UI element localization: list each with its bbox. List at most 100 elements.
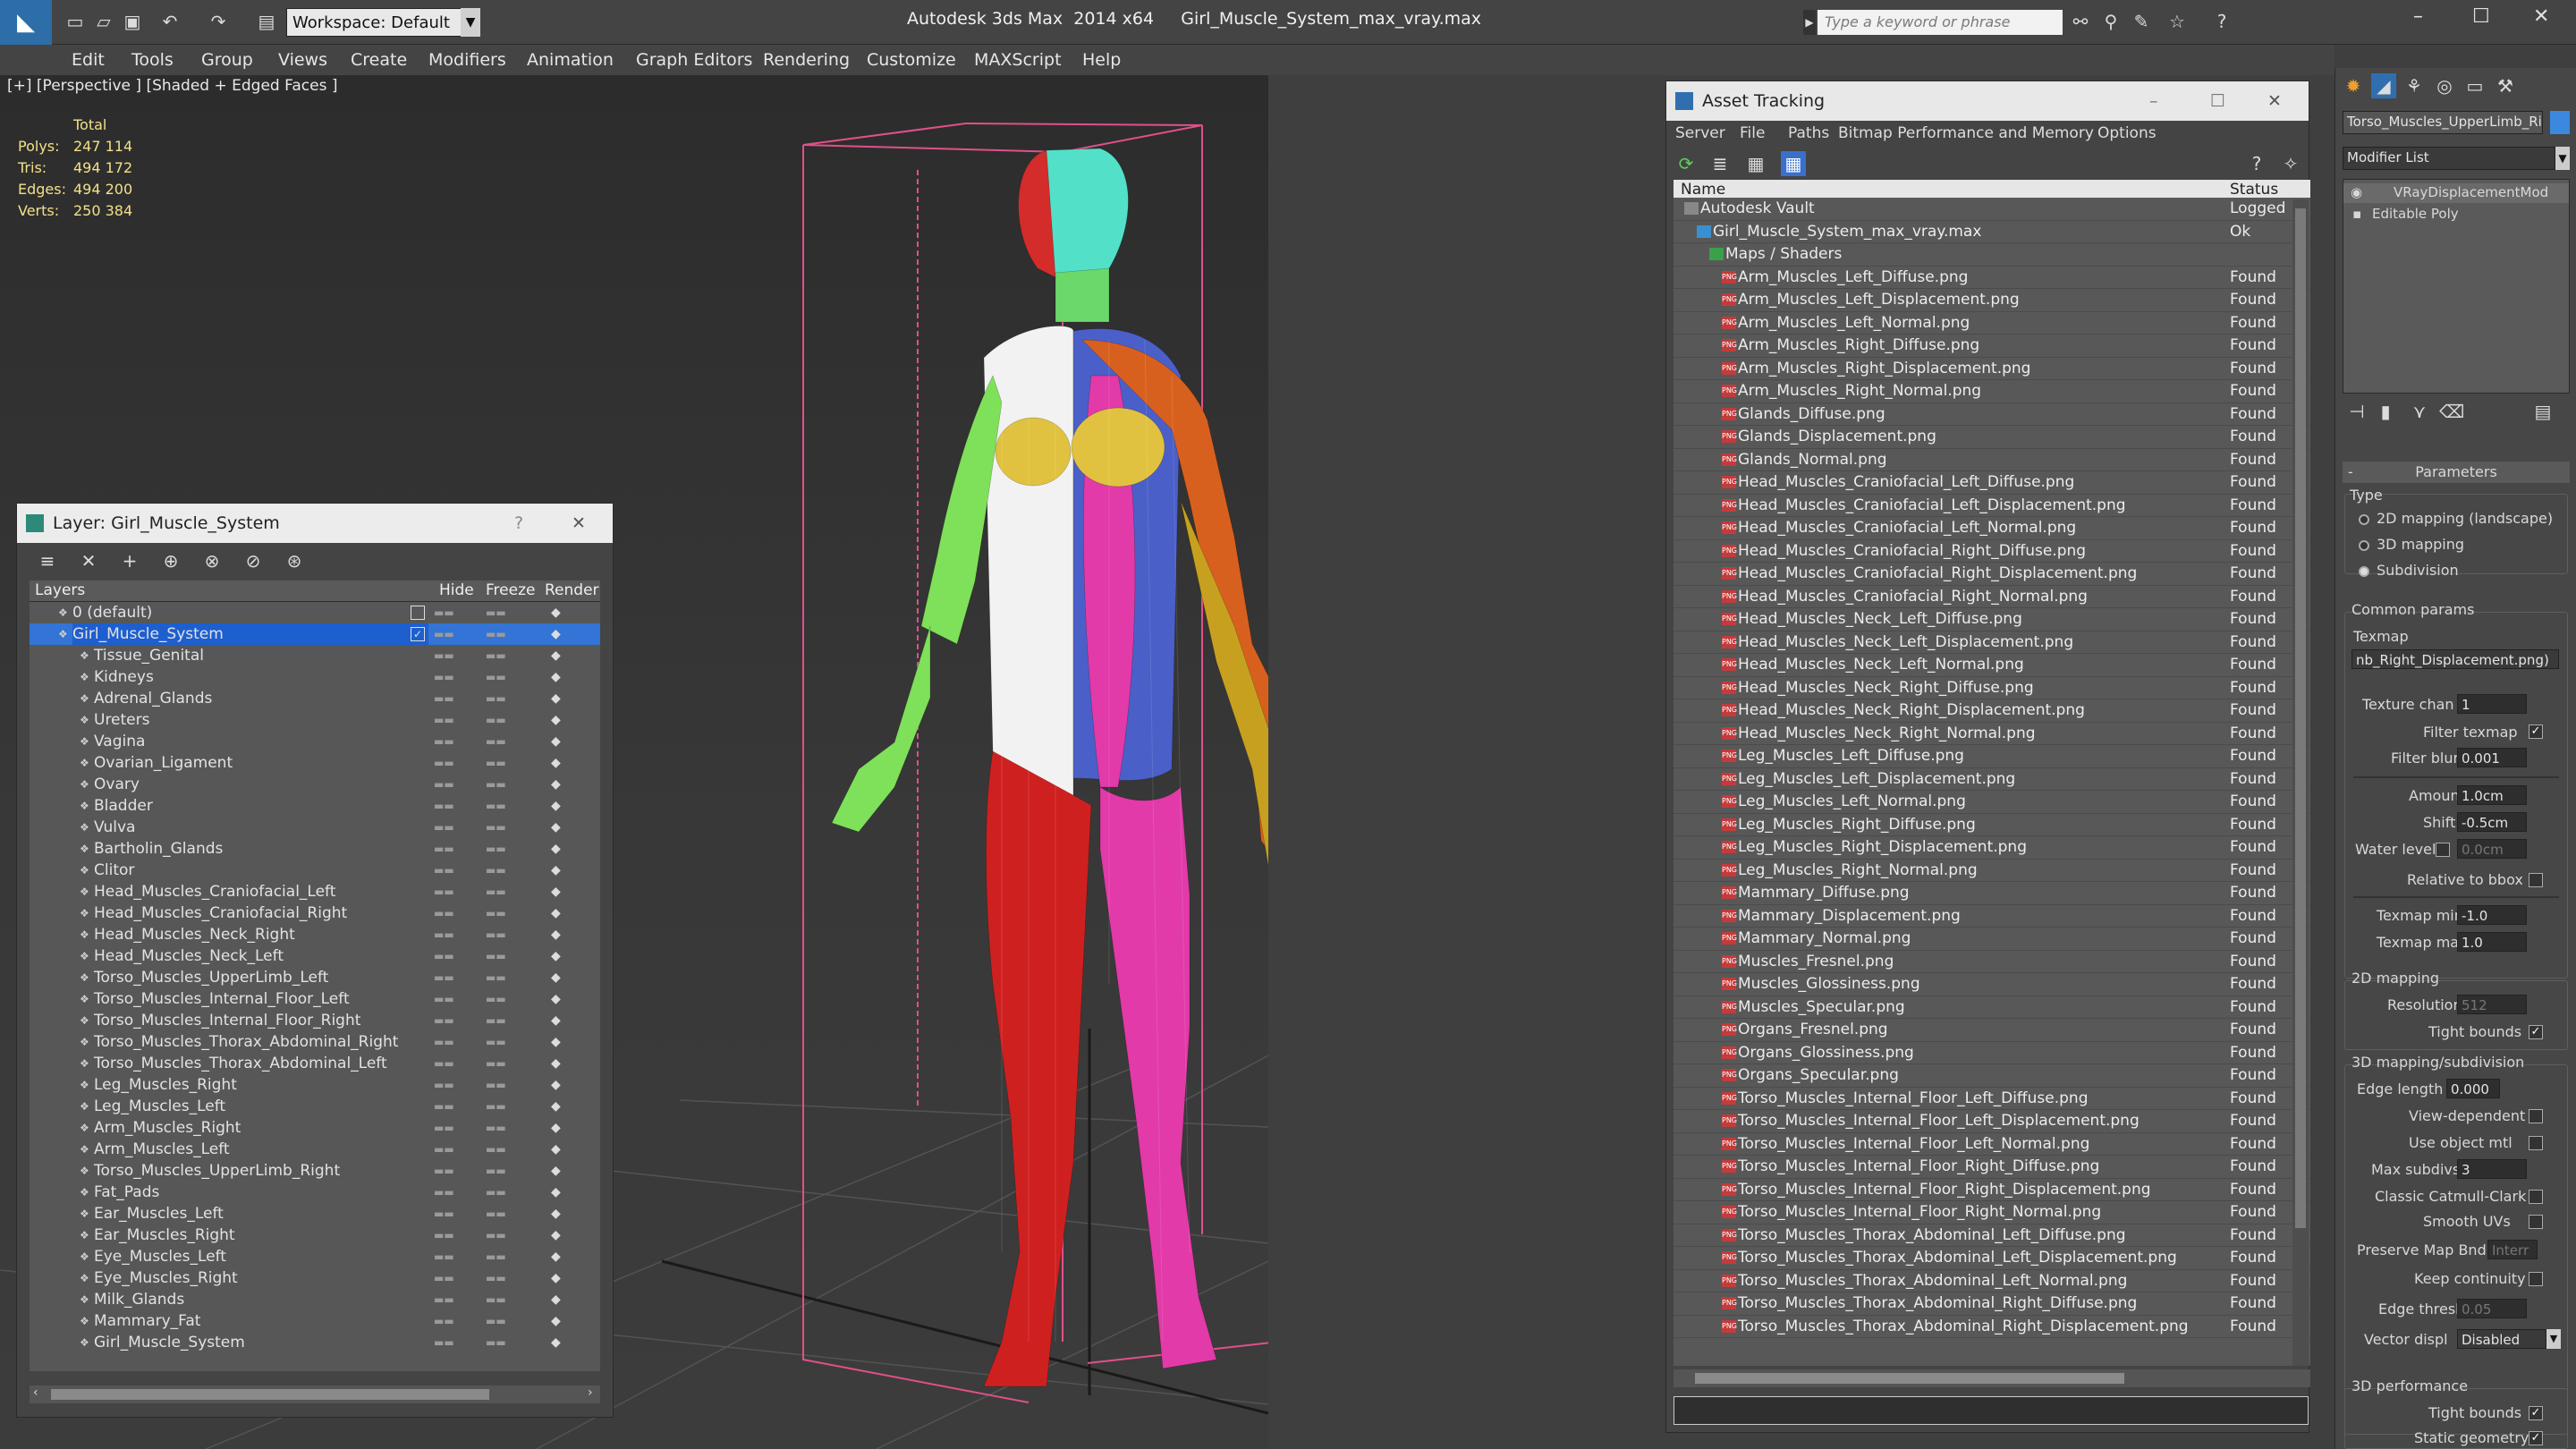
asset-row[interactable]: PNG Head_Muscles_Craniofacial_Right_Norma…	[1674, 586, 2310, 608]
freeze-toggle[interactable]: ▬▬	[486, 1031, 506, 1053]
render-teapot-icon[interactable]: ◆	[551, 1203, 561, 1224]
layer-row[interactable]: ❖ Ovary ▬▬ ▬▬ ◆	[30, 774, 600, 795]
asset-menu-file[interactable]: File	[1740, 124, 1765, 142]
hide-toggle[interactable]: ▬▬	[434, 1160, 454, 1182]
hide-toggle[interactable]: ▬▬	[434, 1224, 454, 1246]
expand-icon[interactable]: ▪	[2352, 206, 2361, 222]
asset-name[interactable]: Arm_Muscles_Left_Displacement.png	[1738, 289, 2020, 312]
asset-name[interactable]: Torso_Muscles_Internal_Floor_Right_Displ…	[1738, 1179, 2151, 1202]
layer-name[interactable]: Torso_Muscles_Internal_Floor_Right	[94, 1010, 360, 1031]
freeze-toggle[interactable]: ▬▬	[486, 623, 506, 645]
freeze-toggle[interactable]: ▬▬	[486, 1267, 506, 1289]
asset-row[interactable]: PNG Leg_Muscles_Left_Diffuse.png Found	[1674, 745, 2310, 768]
asset-name[interactable]: Head_Muscles_Craniofacial_Left_Normal.pn…	[1738, 517, 2076, 540]
asset-row[interactable]: PNG Leg_Muscles_Right_Diffuse.png Found	[1674, 814, 2310, 836]
layer-row[interactable]: ❖ Head_Muscles_Neck_Right ▬▬ ▬▬ ◆	[30, 924, 600, 945]
asset-name[interactable]: Organs_Fresnel.png	[1738, 1019, 1888, 1042]
max-subdivs-spinner[interactable]: 3	[2457, 1159, 2527, 1179]
asset-row[interactable]: PNG Torso_Muscles_Internal_Floor_Left_Dis…	[1674, 1110, 2310, 1133]
layer-name[interactable]: Ureters	[94, 709, 150, 731]
render-teapot-icon[interactable]: ◆	[551, 1310, 561, 1332]
search-input[interactable]: Type a keyword or phrase	[1818, 10, 2063, 35]
filter-texmap-checkbox[interactable]: ✓	[2529, 724, 2543, 739]
layer-name[interactable]: Torso_Muscles_UpperLimb_Right	[94, 1160, 340, 1182]
layer-row[interactable]: ❖ Ovarian_Ligament ▬▬ ▬▬ ◆	[30, 752, 600, 774]
search-expand-icon[interactable]: ▶	[1803, 10, 1816, 35]
layer-delete-icon[interactable]: ✕	[76, 548, 101, 573]
render-teapot-icon[interactable]: ◆	[551, 752, 561, 774]
motion-tab-icon[interactable]: ◎	[2432, 73, 2457, 98]
asset-vertical-scrollbar[interactable]	[2292, 199, 2309, 1366]
layer-row[interactable]: ❖ Torso_Muscles_Thorax_Abdominal_Right ▬▬ ▬…	[30, 1031, 600, 1053]
create-tab-icon[interactable]: ✹	[2341, 73, 2366, 98]
layer-name[interactable]: Girl_Muscle_System	[72, 623, 428, 645]
layer-name[interactable]: Torso_Muscles_UpperLimb_Left	[94, 967, 328, 988]
asset-name[interactable]: Maps / Shaders	[1725, 243, 1842, 267]
texture-chan-spinner[interactable]: 1	[2457, 694, 2527, 714]
object-name-field[interactable]: Torso_Muscles_UpperLimb_Ri	[2343, 111, 2543, 134]
asset-row[interactable]: PNG Muscles_Glossiness.png Found	[1674, 973, 2310, 996]
layer-name[interactable]: Head_Muscles_Craniofacial_Right	[94, 902, 347, 924]
freeze-toggle[interactable]: ▬▬	[486, 1203, 506, 1224]
layer-name[interactable]: Milk_Glands	[94, 1289, 184, 1310]
layer-new-icon[interactable]: ≡	[35, 548, 60, 573]
menu-rendering[interactable]: Rendering	[763, 50, 850, 70]
asset-row[interactable]: PNG Muscles_Specular.png Found	[1674, 996, 2310, 1019]
freeze-toggle[interactable]: ▬▬	[486, 945, 506, 967]
render-teapot-icon[interactable]: ◆	[551, 1096, 561, 1117]
asset-row[interactable]: PNG Torso_Muscles_Internal_Floor_Right_Di…	[1674, 1179, 2310, 1202]
hide-toggle[interactable]: ▬▬	[434, 602, 454, 623]
hide-toggle[interactable]: ▬▬	[434, 902, 454, 924]
asset-name[interactable]: Organs_Specular.png	[1738, 1064, 1899, 1088]
asset-row[interactable]: PNG Torso_Muscles_Internal_Floor_Right_Di…	[1674, 1156, 2310, 1179]
layer-name[interactable]: Ovary	[94, 774, 140, 795]
freeze-toggle[interactable]: ▬▬	[486, 645, 506, 666]
layer-name[interactable]: Ovarian_Ligament	[94, 752, 233, 774]
status-column-header[interactable]: Status	[2230, 181, 2278, 199]
asset-name[interactable]: Arm_Muscles_Left_Diffuse.png	[1738, 267, 1968, 290]
layer-row[interactable]: ❖ Leg_Muscles_Right ▬▬ ▬▬ ◆	[30, 1074, 600, 1096]
asset-name[interactable]: Torso_Muscles_Internal_Floor_Left_Normal…	[1738, 1133, 2089, 1157]
app-logo-icon[interactable]: ◣	[0, 0, 52, 45]
hide-toggle[interactable]: ▬▬	[434, 1289, 454, 1310]
menu-graph-editors[interactable]: Graph Editors	[636, 50, 752, 70]
use-object-mtl-checkbox[interactable]	[2529, 1136, 2543, 1150]
render-teapot-icon[interactable]: ◆	[551, 1182, 561, 1203]
hide-toggle[interactable]: ▬▬	[434, 645, 454, 666]
vector-displ-arrow-icon[interactable]: ▼	[2546, 1329, 2561, 1349]
asset-row[interactable]: PNG Torso_Muscles_Thorax_Abdominal_Left_N…	[1674, 1270, 2310, 1292]
save-file-icon[interactable]: ▣	[120, 9, 145, 34]
asset-menu-options[interactable]: Options	[2097, 124, 2157, 142]
freeze-toggle[interactable]: ▬▬	[486, 1289, 506, 1310]
render-teapot-icon[interactable]: ◆	[551, 645, 561, 666]
asset-row[interactable]: PNG Glands_Displacement.png Found	[1674, 426, 2310, 449]
modifier-list-arrow-icon[interactable]: ▼	[2555, 147, 2570, 170]
layer-name[interactable]: Eye_Muscles_Left	[94, 1246, 226, 1267]
favorites-icon[interactable]: ☆	[2165, 9, 2190, 34]
layer-name[interactable]: Torso_Muscles_Internal_Floor_Left	[94, 988, 350, 1010]
menu-customize[interactable]: Customize	[867, 50, 956, 70]
configure-sets-icon[interactable]: ▤	[2530, 399, 2555, 424]
hide-toggle[interactable]: ▬▬	[434, 860, 454, 881]
freeze-toggle[interactable]: ▬▬	[486, 795, 506, 817]
render-teapot-icon[interactable]: ◆	[551, 795, 561, 817]
render-teapot-icon[interactable]: ◆	[551, 817, 561, 838]
render-teapot-icon[interactable]: ◆	[551, 1139, 561, 1160]
asset-name[interactable]: Glands_Normal.png	[1738, 449, 1887, 472]
asset-row[interactable]: PNG Arm_Muscles_Left_Diffuse.png Found	[1674, 267, 2310, 290]
render-teapot-icon[interactable]: ◆	[551, 988, 561, 1010]
render-teapot-icon[interactable]: ◆	[551, 602, 561, 623]
layer-row[interactable]: ❖ Leg_Muscles_Left ▬▬ ▬▬ ◆	[30, 1096, 600, 1117]
asset-name[interactable]: Torso_Muscles_Thorax_Abdominal_Left_Disp…	[1738, 1247, 2177, 1270]
layer-close-icon[interactable]: ✕	[572, 504, 586, 543]
asset-row[interactable]: PNG Leg_Muscles_Right_Normal.png Found	[1674, 860, 2310, 882]
object-color-swatch[interactable]	[2550, 111, 2570, 134]
hide-toggle[interactable]: ▬▬	[434, 1203, 454, 1224]
radio-subdivision[interactable]	[2359, 566, 2369, 577]
render-teapot-icon[interactable]: ◆	[551, 1117, 561, 1139]
water-level-checkbox[interactable]	[2436, 843, 2450, 857]
render-teapot-icon[interactable]: ◆	[551, 731, 561, 752]
asset-name[interactable]: Mammary_Displacement.png	[1738, 905, 1961, 928]
active-layer-checkmark-icon[interactable]: ✓	[411, 627, 425, 641]
hide-toggle[interactable]: ▬▬	[434, 1096, 454, 1117]
